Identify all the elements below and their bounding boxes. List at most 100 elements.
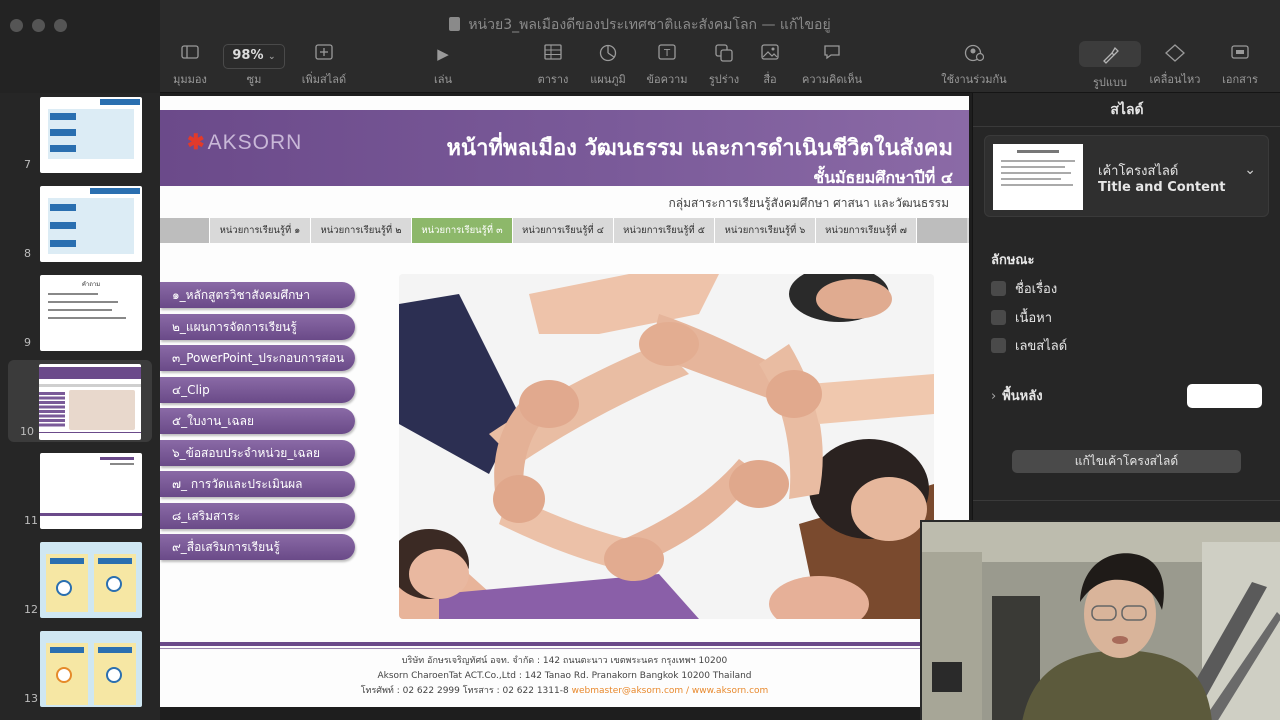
slide-number: 11 <box>24 514 38 527</box>
zoom-control[interactable]: 98% ⌄ ซูม <box>214 44 294 88</box>
slide-thumbnail-13[interactable]: 13 <box>0 627 160 709</box>
edit-slide-layout-button[interactable]: แก้ไขเค้าโครงสไลด์ <box>1012 450 1241 473</box>
collaborate-label: ใช้งานร่วมกัน <box>941 73 1007 86</box>
checkbox-icon <box>991 310 1006 325</box>
thumbnail-image <box>40 186 142 262</box>
thumbnail-caption: คำถาม <box>81 281 101 288</box>
slide-thumbnail-11[interactable]: 11 <box>0 449 160 531</box>
chevron-down-icon: ⌄ <box>268 52 276 62</box>
slide-layout-picker[interactable]: เค้าโครงสไลด์ Title and Content ⌄ <box>984 135 1269 217</box>
background-label: พื้นหลัง <box>1002 389 1043 404</box>
checkbox-icon <box>991 281 1006 296</box>
slide-number: 13 <box>24 692 38 705</box>
menu-powerpoint[interactable]: ๓_PowerPoint_ประกอบการสอน <box>160 345 355 371</box>
document-button[interactable]: เอกสาร <box>1200 44 1280 88</box>
slide-number-checkbox-label: เลขสไลด์ <box>1015 339 1068 354</box>
comment-button[interactable]: ความคิดเห็น <box>792 44 872 88</box>
format-icon <box>1079 41 1141 67</box>
collaborate-icon <box>934 44 1014 64</box>
menu-lesson-plan[interactable]: ๒_แผนการจัดการเรียนรู้ <box>160 313 355 340</box>
thumbnail-image <box>40 453 142 529</box>
tab-edge-right <box>917 218 967 243</box>
thumbnail-image <box>40 631 142 707</box>
slide-thumbnail-7[interactable]: 7 <box>0 93 160 175</box>
tab-unit-5[interactable]: หน่วยการเรียนรู้ที่ ๕ <box>614 218 715 243</box>
teamwork-hands-photo[interactable] <box>399 274 934 619</box>
inspector-divider <box>973 500 1280 501</box>
menu-enrichment[interactable]: ๘_เสริมสาระ <box>160 502 355 529</box>
svg-text:T: T <box>663 48 671 59</box>
current-slide[interactable]: ✱AKSORN หน้าที่พลเมือง วัฒนธรรม และการดำ… <box>160 96 969 707</box>
play-button[interactable]: ▶ เล่น <box>403 44 483 88</box>
window-title: หน่วย3_พลเมืองดีของประเทศชาติและสังคมโลก… <box>0 14 1280 36</box>
play-icon: ▶ <box>437 45 449 63</box>
layout-label: เค้าโครงสไลด์ <box>1098 164 1179 179</box>
slide-footer[interactable]: บริษัท อักษรเจริญทัศน์ อจท. จำกัด : 142 … <box>160 654 969 699</box>
zoom-select[interactable]: 98% ⌄ <box>214 44 294 69</box>
menu-assessment[interactable]: ๗_ การวัดและประเมินผล <box>160 471 355 497</box>
chevron-right-icon: › <box>991 389 997 404</box>
footer-rule <box>160 642 925 646</box>
slide-canvas: ✱AKSORN หน้าที่พลเมือง วัฒนธรรม และการดำ… <box>160 93 972 720</box>
tab-unit-2[interactable]: หน่วยการเรียนรู้ที่ ๒ <box>311 218 412 243</box>
tab-unit-1[interactable]: หน่วยการเรียนรู้ที่ ๑ <box>210 218 311 243</box>
footer-rule-thin <box>160 648 925 649</box>
background-color-swatch[interactable] <box>1187 384 1262 408</box>
tab-unit-3[interactable]: หน่วยการเรียนรู้ที่ ๓ <box>412 218 513 243</box>
add-slide-icon <box>284 44 364 64</box>
menu-unit-test[interactable]: ๖_ข้อสอบประจำหน่วย_เฉลย <box>160 439 355 466</box>
tab-edge-left <box>160 218 210 243</box>
slide-number-checkbox[interactable]: เลขสไลด์ <box>991 335 1067 355</box>
add-slide-button[interactable]: เพิ่มสไลด์ <box>284 44 364 88</box>
menu-curriculum[interactable]: ๑_หลักสูตรวิชาสังคมศึกษา <box>160 282 355 308</box>
toolbar: หน่วย3_พลเมืองดีของประเทศชาติและสังคมโลก… <box>0 0 1280 93</box>
slide-subtitle[interactable]: ชั้นมัธยมศึกษาปีที่ ๔ <box>813 166 953 191</box>
thumbnail-image <box>40 542 142 618</box>
body-checkbox-label: เนื้อหา <box>1015 311 1053 326</box>
menu-worksheet[interactable]: ๕_ใบงาน_เฉลย <box>160 408 355 434</box>
window-title-text: หน่วย3_พลเมืองดีของประเทศชาติและสังคมโลก… <box>468 17 831 33</box>
title-checkbox-label: ชื่อเรื่อง <box>1015 282 1058 297</box>
slide-number: 10 <box>20 425 34 438</box>
logo-text: AKSORN <box>207 131 303 154</box>
tab-unit-4[interactable]: หน่วยการเรียนรู้ที่ ๔ <box>513 218 614 243</box>
collaborate-button[interactable]: ใช้งานร่วมกัน <box>934 44 1014 88</box>
chevron-down-icon: ⌄ <box>1244 162 1256 178</box>
inspector-header: สไลด์ <box>1110 102 1144 118</box>
slide-number: 12 <box>24 603 38 616</box>
footer-address-thai: บริษัท อักษรเจริญทัศน์ อจท. จำกัด : 142 … <box>401 656 728 666</box>
footer-web: webmaster@aksorn.com / www.aksorn.com <box>571 686 769 696</box>
slide-number: 7 <box>24 158 31 171</box>
footer-phone: โทรศัพท์ : 02 622 2999 โทรสาร : 02 622 1… <box>360 686 569 696</box>
menu-clip[interactable]: ๔_Clip <box>160 376 355 403</box>
slide-header-band: ✱AKSORN หน้าที่พลเมือง วัฒนธรรม และการดำ… <box>160 110 969 187</box>
tab-unit-7[interactable]: หน่วยการเรียนรู้ที่ ๗ <box>816 218 917 243</box>
aksorn-logo: ✱AKSORN <box>187 131 303 154</box>
webcam-overlay <box>920 520 1280 720</box>
thumbnail-image <box>40 97 142 173</box>
thumbnail-image: คำถาม <box>40 275 142 351</box>
slide-thumbnail-9[interactable]: คำถาม 9 <box>0 271 160 353</box>
zoom-value: 98% <box>232 48 264 63</box>
document-panel-icon <box>1200 44 1280 64</box>
subject-group-label[interactable]: กลุ่มสาระการเรียนรู้สังคมศึกษา ศาสนา และ… <box>669 194 950 213</box>
appearance-label: ลักษณะ <box>991 253 1035 268</box>
zoom-label: ซูม <box>246 73 262 86</box>
comment-label: ความคิดเห็น <box>802 73 862 86</box>
tab-unit-6[interactable]: หน่วยการเรียนรู้ที่ ๖ <box>715 218 816 243</box>
slide-thumbnail-12[interactable]: 12 <box>0 538 160 620</box>
comment-icon <box>792 44 872 64</box>
slide-thumbnail-8[interactable]: 8 <box>0 182 160 264</box>
body-checkbox[interactable]: เนื้อหา <box>991 307 1052 327</box>
slide-thumbnail-10[interactable]: 10 <box>8 360 152 442</box>
inspector-divider <box>973 126 1280 127</box>
footer-address-english: Aksorn CharoenTat ACT.Co.,Ltd : 142 Tana… <box>377 671 752 681</box>
checkbox-icon <box>991 338 1006 353</box>
slide-title[interactable]: หน้าที่พลเมือง วัฒนธรรม และการดำเนินชีวิ… <box>447 130 953 165</box>
play-label: เล่น <box>433 73 453 86</box>
menu-learning-media[interactable]: ๙_สื่อเสริมการเรียนรู้ <box>160 534 355 560</box>
background-section-toggle[interactable]: › พื้นหลัง <box>991 385 1043 406</box>
document-icon <box>449 17 461 31</box>
unit-tabbar: หน่วยการเรียนรู้ที่ ๑ หน่วยการเรียนรู้ที… <box>160 218 969 243</box>
title-checkbox[interactable]: ชื่อเรื่อง <box>991 278 1057 298</box>
